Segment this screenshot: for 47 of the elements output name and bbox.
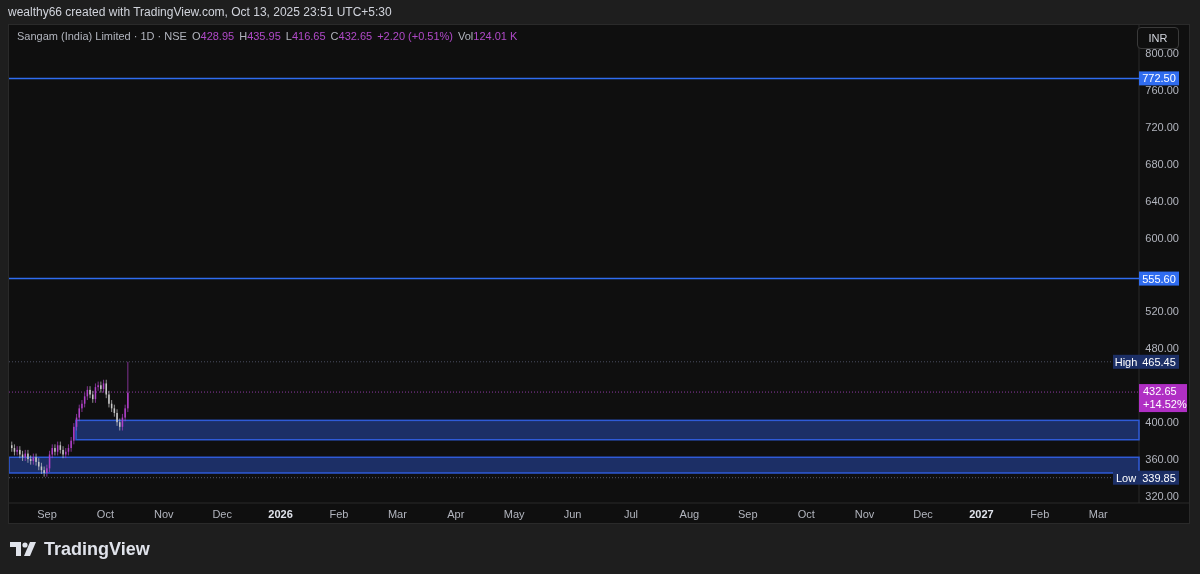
price-label: 555.60 [1139,271,1179,286]
axis-label: Mar [387,508,407,520]
axis-label: 2027 [969,508,994,520]
axis-label: 680.00 [1145,157,1179,170]
axis-label: Nov [154,508,174,520]
axis-label: 400.00 [1145,416,1179,429]
ohlc-value: C432.65 [330,30,373,42]
change-value: +2.20 (+0.51%) [377,30,453,42]
price-label: 772.50 [1139,71,1179,86]
axis-label: 800.00 [1145,47,1179,59]
ohlc-value: O428.95 [191,30,235,42]
logo-icon [10,542,38,556]
ohlc-value: H435.95 [239,30,281,42]
ohlc-value: L416.65 [285,30,326,42]
axis-label: Oct [96,508,114,520]
axis-label: Feb [1030,508,1050,520]
axis-label: Mar [1088,508,1108,520]
axis-label: 760.00 [1145,83,1179,96]
attribution-text: wealthy66 created with TradingView.com, Oct 13, 2025 23:51 UTC+5:30 [7,4,393,21]
axis-label: 360.00 [1145,453,1179,466]
axis-label: 600.00 [1145,231,1179,244]
symbol-title: Sangam (India) Limited · 1D · NSE [17,30,187,42]
last-price-label: 432.65 +14.52% [1139,384,1187,413]
marker-label: High [1113,354,1139,369]
axis-label: Jun [563,508,582,520]
price-label: 465.45 [1139,354,1179,369]
axis-label: Oct [797,508,815,520]
axis-label: Jul [623,508,639,520]
axis-label: May [503,508,525,520]
axis-label: Sep [37,508,57,520]
axis-label: 520.00 [1145,305,1179,318]
price-label: 339.85 [1139,470,1179,485]
currency-button[interactable]: INR [1137,27,1179,49]
axis-label: Aug [679,508,700,520]
axis-label: Apr [447,508,465,520]
axis-label: 480.00 [1145,342,1179,355]
axis-label: Nov [854,508,875,520]
axis-label: Dec [913,508,933,520]
axis-label: 2026 [268,508,293,520]
volume-value: Vol124.01 K [458,30,518,42]
axis-label: 320.00 [1145,490,1179,503]
axis-label: Sep [738,508,758,520]
axis-label: 640.00 [1145,194,1179,207]
axis-label: Dec [212,508,232,520]
axis-label: Feb [329,508,349,520]
axis-label: 720.00 [1145,120,1179,133]
brand-name: TradingView [44,538,150,560]
